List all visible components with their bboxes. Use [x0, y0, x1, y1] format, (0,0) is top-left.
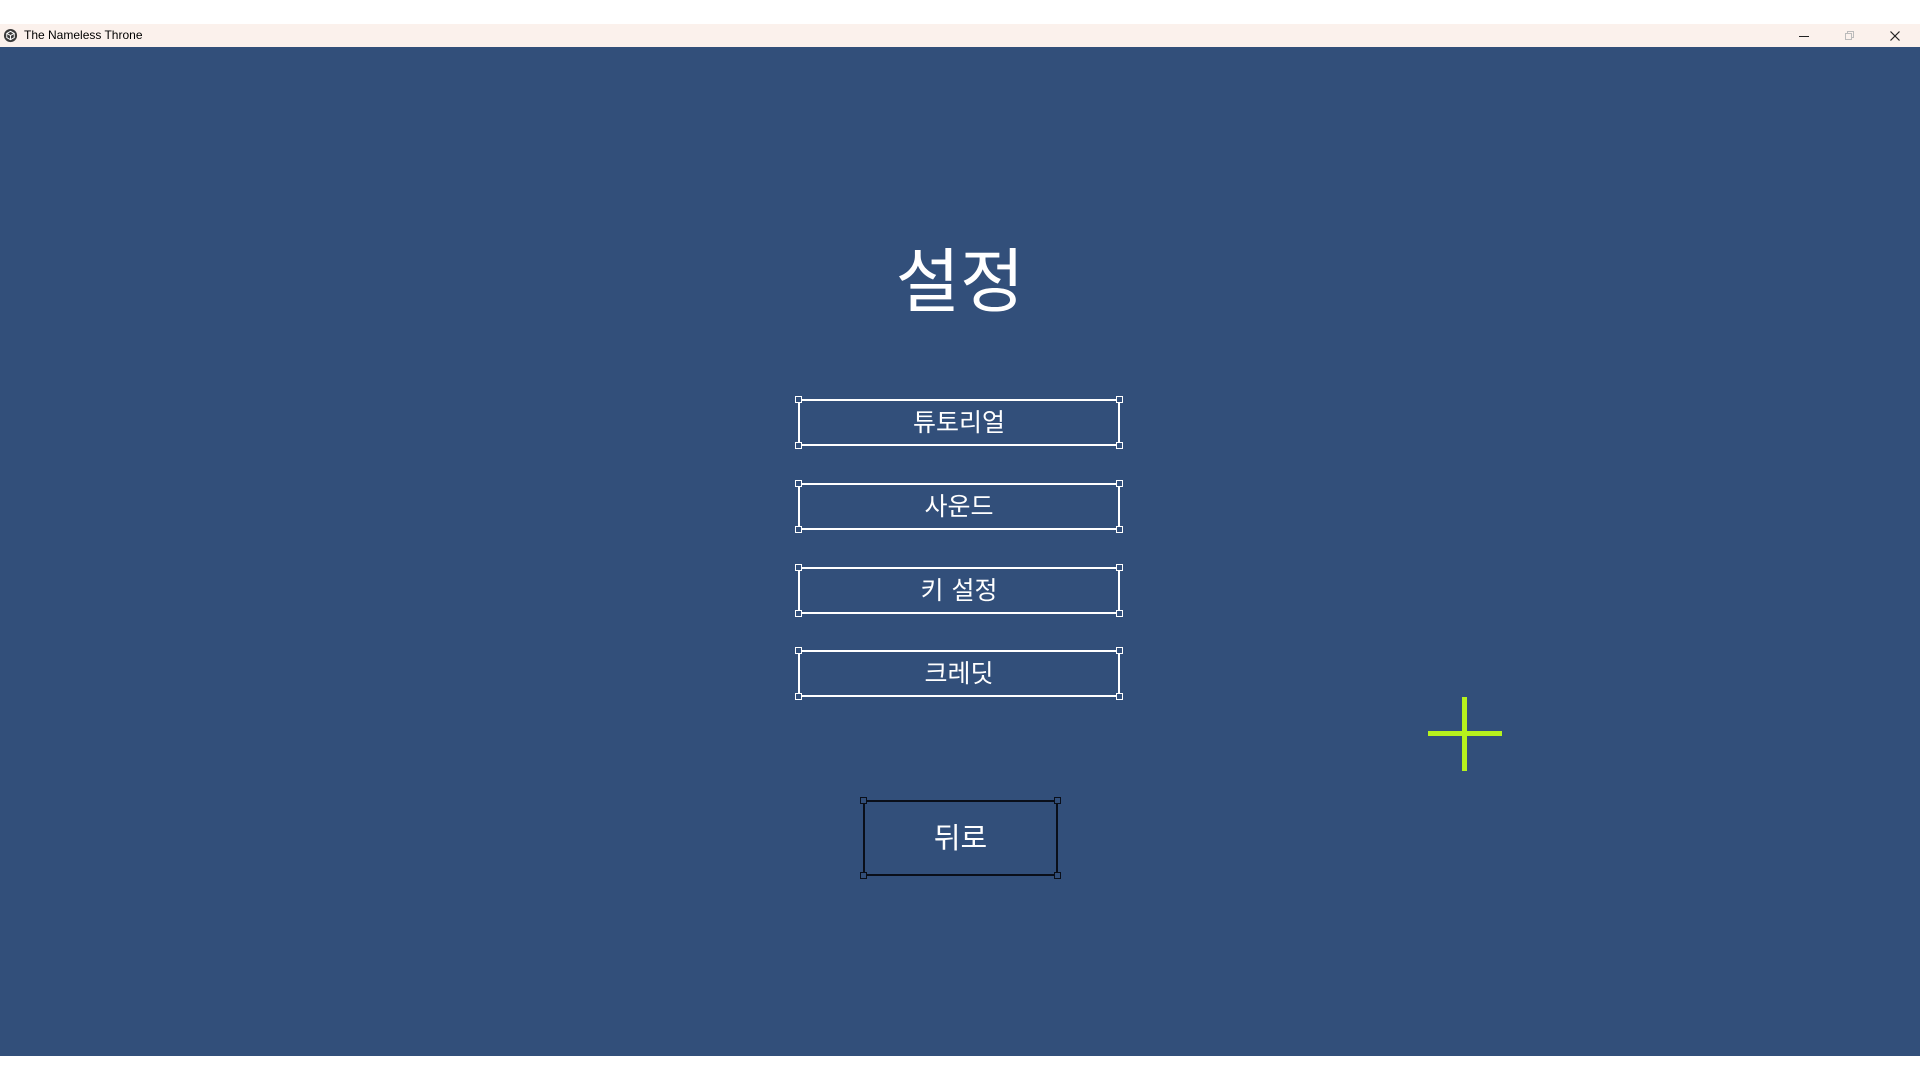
- maximize-icon: [1845, 30, 1854, 40]
- selection-handle: [795, 564, 802, 571]
- selection-handle: [1116, 647, 1123, 654]
- tutorial-button[interactable]: 튜토리얼: [795, 396, 1123, 449]
- maximize-button[interactable]: [1826, 24, 1872, 47]
- close-button[interactable]: [1872, 24, 1918, 47]
- crosshair-horizontal-bar: [1428, 731, 1502, 736]
- selection-handle: [860, 872, 867, 879]
- selection-handle: [795, 442, 802, 449]
- selection-handle: [1116, 396, 1123, 403]
- selection-handle: [1116, 610, 1123, 617]
- key-settings-button-label: 키 설정: [920, 576, 998, 605]
- selection-handle: [1116, 442, 1123, 449]
- selection-handle: [1054, 872, 1061, 879]
- key-settings-button[interactable]: 키 설정: [795, 564, 1123, 617]
- selection-handle: [795, 610, 802, 617]
- selection-handle: [795, 526, 802, 533]
- game-viewport[interactable]: [0, 47, 1920, 1056]
- back-button-label: 뒤로: [933, 821, 988, 855]
- window-title: The Nameless Throne: [24, 28, 143, 42]
- tutorial-button-label: 튜토리얼: [912, 408, 1005, 437]
- selection-handle: [795, 480, 802, 487]
- minimize-icon: [1799, 35, 1809, 37]
- minimize-button[interactable]: [1781, 24, 1827, 47]
- selection-handle: [1116, 480, 1123, 487]
- back-button[interactable]: 뒤로: [860, 797, 1061, 879]
- credits-button[interactable]: 크레딧: [795, 647, 1123, 700]
- selection-handle: [795, 647, 802, 654]
- sound-button[interactable]: 사운드: [795, 480, 1123, 533]
- selection-handle: [1116, 526, 1123, 533]
- selection-handle: [1116, 564, 1123, 571]
- unity-cube-icon: [3, 28, 18, 43]
- selection-handle: [1054, 797, 1061, 804]
- settings-title: 설정: [895, 241, 1025, 323]
- credits-button-label: 크레딧: [924, 659, 994, 688]
- selection-handle: [1116, 693, 1123, 700]
- screen: The Nameless Throne 설정 튜토리얼 사운드 키 설정 크레딧…: [0, 0, 1920, 1080]
- window-titlebar[interactable]: The Nameless Throne: [0, 24, 1920, 47]
- selection-handle: [795, 396, 802, 403]
- crosshair-icon: [1428, 697, 1502, 771]
- selection-handle: [795, 693, 802, 700]
- selection-handle: [860, 797, 867, 804]
- close-icon: [1890, 30, 1900, 41]
- sound-button-label: 사운드: [924, 492, 994, 521]
